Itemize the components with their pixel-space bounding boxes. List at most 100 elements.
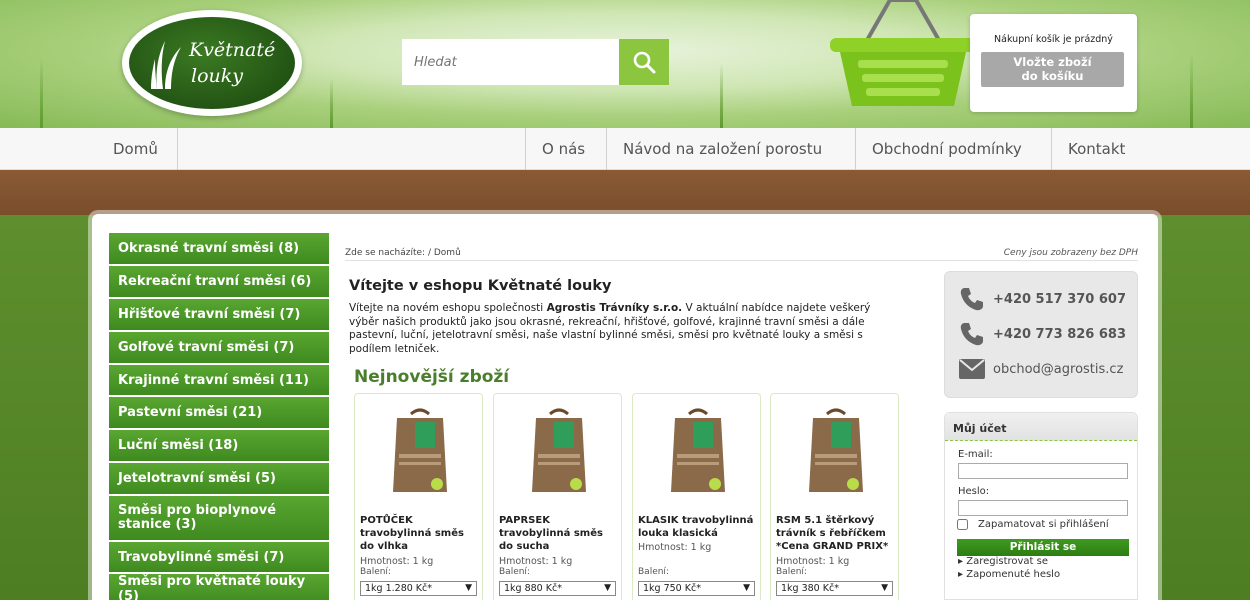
- logo-text-line2: louky: [191, 65, 243, 87]
- dropdown-arrow-icon: ▼: [881, 583, 888, 593]
- product-card[interactable]: KLASIK travobylinná louka klasická Hmotn…: [632, 393, 761, 600]
- category-item[interactable]: Golfové travní směsi (7): [109, 332, 329, 365]
- product-pack-option: 1kg 1.280 Kč*: [365, 583, 433, 594]
- basket-icon[interactable]: [828, 0, 978, 110]
- dropdown-arrow-icon: ▼: [604, 583, 611, 593]
- product-pack-option: 1kg 880 Kč*: [504, 583, 562, 594]
- breadcrumb-home-link[interactable]: Domů: [434, 248, 461, 258]
- category-item[interactable]: Okrasné travní směsi (8): [109, 233, 329, 266]
- grass-decoration: [330, 78, 333, 128]
- product-pack-option: 1kg 380 Kč*: [781, 583, 839, 594]
- nav-contact[interactable]: Kontakt: [1052, 128, 1141, 170]
- seed-bag-image[interactable]: [530, 408, 588, 494]
- site-logo[interactable]: Květnaté louky: [122, 10, 302, 116]
- nav-guide[interactable]: Návod na založení porostu: [607, 128, 838, 170]
- logo-text-line1: Květnaté: [189, 39, 276, 61]
- category-item[interactable]: Hřišťové travní směsi (7): [109, 299, 329, 332]
- category-item[interactable]: Pastevní směsi (21): [109, 397, 329, 430]
- main-nav: Domů O nás Návod na založení porostu Obc…: [0, 128, 1250, 170]
- grass-blades-icon: [151, 41, 181, 89]
- add-to-cart-label-1: Vložte zboží: [1013, 55, 1092, 69]
- nav-terms[interactable]: Obchodní podmínky: [856, 128, 1038, 170]
- arrow-right-icon: ▸: [958, 569, 964, 580]
- product-name[interactable]: KLASIK travobylinná louka klasická: [638, 514, 758, 540]
- seed-bag-image[interactable]: [669, 408, 727, 494]
- breadcrumb: Zde se nacházíte: / Domů: [345, 248, 461, 258]
- remember-row: Zapamatovat si přihlášení: [957, 519, 1109, 530]
- product-card[interactable]: RSM 5.1 štěrkový trávník s řebříčkem *Ce…: [770, 393, 899, 600]
- site-header: Květnaté louky Nákupní košík je prázdný …: [0, 0, 1250, 128]
- product-weight: Hmotnost: 1 kg: [360, 556, 434, 567]
- dropdown-arrow-icon: ▼: [743, 583, 750, 593]
- phone-row[interactable]: +420 517 370 607: [959, 286, 1126, 312]
- product-card[interactable]: POTŮČEK travobylinná směs do vlhka Hmotn…: [354, 393, 483, 600]
- logo-oval: Květnaté louky: [129, 17, 295, 109]
- grass-decoration: [40, 58, 43, 128]
- product-name[interactable]: PAPRSEK travobylinná směs do sucha: [499, 514, 619, 553]
- product-pack-select[interactable]: 1kg 750 Kč* ▼: [638, 581, 755, 596]
- password-field[interactable]: [958, 500, 1128, 516]
- phone-icon: [960, 288, 983, 311]
- product-card[interactable]: PAPRSEK travobylinná směs do sucha Hmotn…: [493, 393, 622, 600]
- category-item[interactable]: Krajinné travní směsi (11): [109, 365, 329, 397]
- search-button[interactable]: [619, 39, 669, 85]
- product-weight: Hmotnost: 1 kg: [776, 556, 850, 567]
- category-item[interactable]: Směsi pro květnaté louky (5): [109, 574, 329, 600]
- contact-email: obchod@agrostis.cz: [993, 361, 1124, 377]
- category-item[interactable]: Rekreační travní směsi (6): [109, 266, 329, 299]
- seed-bag-image[interactable]: [807, 408, 865, 494]
- arrow-right-icon: ▸: [958, 556, 964, 567]
- envelope-icon: [959, 359, 985, 379]
- cart-status: Nákupní košík je prázdný: [994, 34, 1113, 45]
- product-name[interactable]: RSM 5.1 štěrkový trávník s řebříčkem *Ce…: [776, 514, 896, 553]
- search-input[interactable]: [402, 39, 619, 85]
- email-field[interactable]: [958, 463, 1128, 479]
- phone-icon: [960, 323, 983, 346]
- contact-box: +420 517 370 607 +420 773 826 683 obchod…: [944, 271, 1138, 398]
- seed-bag-image[interactable]: [391, 408, 449, 494]
- prices-note: Ceny jsou zobrazeny bez DPH: [1003, 248, 1138, 258]
- product-name[interactable]: POTŮČEK travobylinná směs do vlhka: [360, 514, 480, 553]
- cart-panel: Nákupní košík je prázdný Vložte zboží do…: [970, 14, 1137, 112]
- password-label: Heslo:: [958, 486, 990, 497]
- search-box: [402, 39, 669, 85]
- breadcrumb-prefix: Zde se nacházíte:: [345, 248, 426, 258]
- newest-products-heading: Nejnovější zboží: [354, 367, 510, 387]
- product-weight: Hmotnost: 1 kg: [638, 542, 712, 553]
- add-to-cart-button[interactable]: Vložte zboží do košíku: [981, 52, 1124, 87]
- product-pack-option: 1kg 750 Kč*: [643, 583, 701, 594]
- category-item[interactable]: Jetelotravní směsi (5): [109, 463, 329, 496]
- intro-text-start: Vítejte na novém eshopu společnosti: [349, 302, 547, 314]
- account-title: Můj účet: [945, 413, 1137, 441]
- product-pack-select[interactable]: 1kg 880 Kč* ▼: [499, 581, 616, 596]
- product-pack-label: Balení:: [638, 567, 669, 577]
- intro-text: Vítejte na novém eshopu společnosti Agro…: [349, 302, 897, 356]
- search-icon: [633, 51, 656, 74]
- email-label: E-mail:: [958, 449, 993, 460]
- email-row[interactable]: obchod@agrostis.cz: [959, 359, 1123, 379]
- forgot-password-link[interactable]: ▸ Zapomenuté heslo: [958, 569, 1060, 580]
- grass-decoration: [1190, 53, 1193, 128]
- phone-row[interactable]: +420 773 826 683: [959, 321, 1126, 347]
- login-button[interactable]: Přihlásit se: [957, 539, 1129, 556]
- category-item[interactable]: Směsi pro bioplynové stanice (3): [109, 496, 329, 542]
- remember-label: Zapamatovat si přihlášení: [978, 519, 1109, 530]
- product-pack-select[interactable]: 1kg 1.280 Kč* ▼: [360, 581, 477, 596]
- category-item[interactable]: Luční směsi (18): [109, 430, 329, 463]
- intro-company: Agrostis Trávníky s.r.o.: [546, 302, 683, 314]
- page-title: Vítejte v eshopu Květnaté louky: [349, 278, 612, 294]
- phone-number-1: +420 517 370 607: [993, 291, 1127, 307]
- product-pack-select[interactable]: 1kg 380 Kč* ▼: [776, 581, 893, 596]
- add-to-cart-label-2: do košíku: [1021, 69, 1084, 83]
- category-item[interactable]: Travobylinné směsi (7): [109, 542, 329, 574]
- breadcrumb-separator: /: [427, 248, 431, 258]
- product-pack-label: Balení:: [499, 567, 530, 577]
- phone-number-2: +420 773 826 683: [993, 326, 1127, 342]
- remember-checkbox[interactable]: [957, 519, 968, 530]
- product-weight: Hmotnost: 1 kg: [499, 556, 573, 567]
- nav-home[interactable]: Domů: [97, 128, 174, 170]
- register-link[interactable]: ▸ Zaregistrovat se: [958, 556, 1048, 567]
- register-link-label: Zaregistrovat se: [966, 556, 1049, 567]
- divider: [345, 260, 1138, 261]
- nav-about[interactable]: O nás: [526, 128, 601, 170]
